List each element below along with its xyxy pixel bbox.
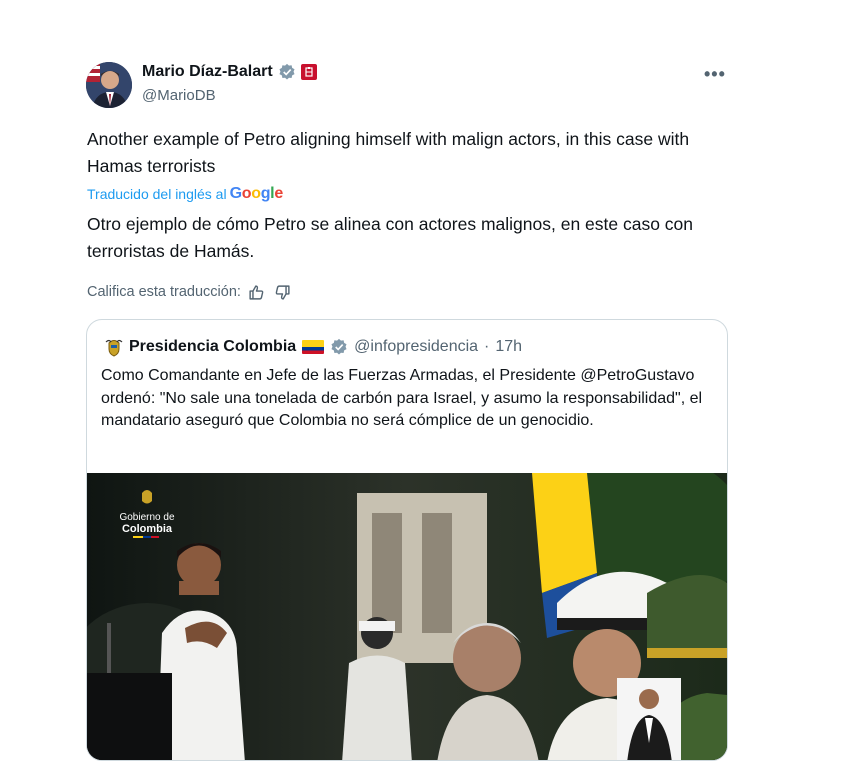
colombia-flag-icon <box>302 340 325 354</box>
thumbs-up-icon[interactable] <box>247 282 267 302</box>
quoted-media-video[interactable]: Gobierno de Colombia <box>87 473 727 760</box>
google-logo: Google <box>229 185 284 202</box>
more-options-button[interactable]: ••• <box>704 64 726 85</box>
verified-badge-icon[interactable] <box>278 63 296 81</box>
quoted-tweet[interactable]: Presidencia Colombia @infopresidencia · … <box>86 319 728 761</box>
translated-text: Otro ejemplo de cómo Petro se alinea con… <box>87 214 694 261</box>
watermark-top: Gobierno de <box>119 512 174 523</box>
translation-attribution[interactable]: Traducido del inglés al Google <box>87 185 283 203</box>
tweet-text: Another example of Petro aligning himsel… <box>87 129 690 176</box>
author-avatar[interactable] <box>86 62 132 108</box>
translation-label: Traducido del inglés al <box>87 186 227 202</box>
quoted-tweet-header: Presidencia Colombia @infopresidencia · … <box>105 337 522 357</box>
author-name[interactable]: Mario Díaz-Balart <box>142 63 273 81</box>
video-frame-image: Gobierno de Colombia <box>87 473 727 760</box>
verified-badge-icon[interactable] <box>330 338 348 356</box>
author-name-row: Mario Díaz-Balart <box>142 63 317 81</box>
watermark-bottom: Colombia <box>122 523 173 535</box>
quoted-author-name[interactable]: Presidencia Colombia <box>129 338 296 356</box>
quoted-tweet-text: Como Comandante en Jefe de las Fuerzas A… <box>101 367 703 429</box>
separator-dot: · <box>484 338 490 355</box>
quoted-author-handle[interactable]: @infopresidencia <box>354 338 478 356</box>
person-avatar-icon <box>86 62 132 108</box>
affiliation-badge-icon[interactable] <box>300 64 317 80</box>
rate-translation-label: Califica esta traducción: <box>87 284 241 300</box>
rate-translation-row: Califica esta traducción: <box>87 282 293 302</box>
quoted-timestamp[interactable]: 17h <box>495 338 522 356</box>
coat-of-arms-icon <box>105 339 123 357</box>
thumbs-down-icon[interactable] <box>273 282 293 302</box>
author-handle[interactable]: @MarioDB <box>142 87 216 104</box>
